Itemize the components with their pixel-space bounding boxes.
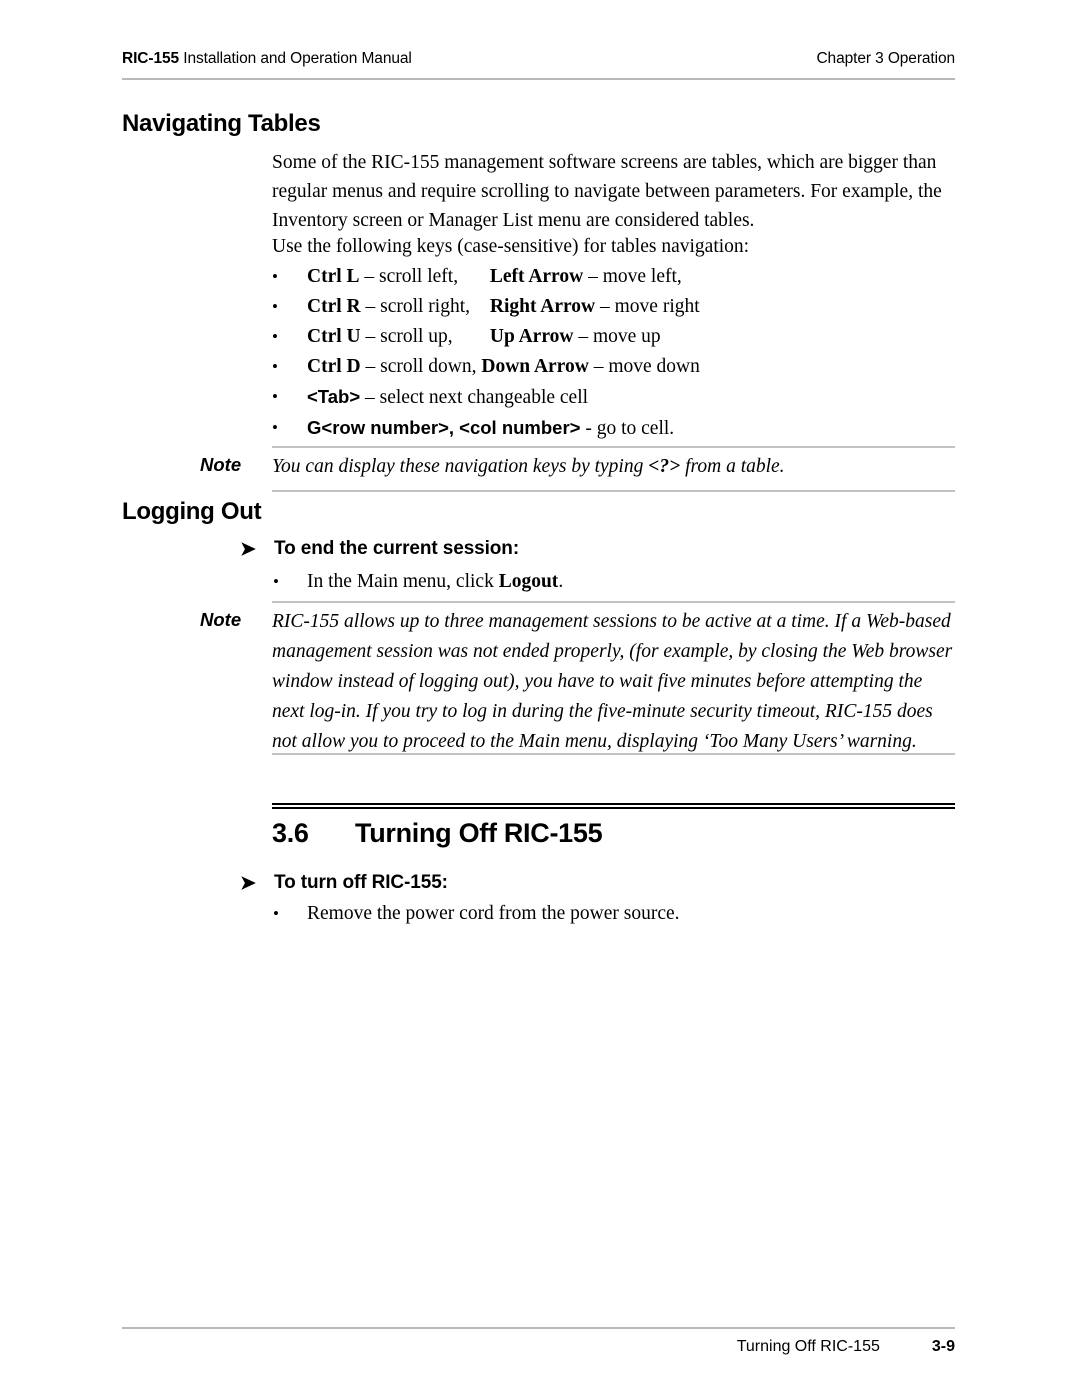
list-item: • Ctrl U – scroll up, Up Arrow – move up [272, 322, 962, 352]
key-description: – move up [573, 326, 661, 347]
note-top-divider [272, 446, 955, 448]
key-label: Right Arrow [489, 296, 596, 317]
note-top-divider [272, 601, 955, 603]
header-manual-title: Installation and Operation Manual [179, 50, 412, 67]
list-item: • <Tab> – select next changeable cell [272, 382, 962, 413]
key-combo-line: <Tab> – select next changeable cell [307, 382, 588, 413]
key-combo-left: Ctrl L – scroll left, [307, 262, 485, 292]
footer-page-number: 3-9 [931, 1338, 955, 1355]
footer-section-title: Turning Off RIC-155 [736, 1338, 880, 1355]
bullet-dot-icon: • [272, 327, 278, 346]
section-title: Turning Off RIC-155 [355, 818, 603, 848]
list-item: • Ctrl D – scroll down, Down Arrow – mov… [272, 352, 962, 382]
key-label: Up Arrow [489, 326, 574, 347]
note-text: RIC-155 allows up to three management se… [272, 611, 953, 752]
list-item-power-cord: • Remove the power cord from the power s… [273, 899, 680, 929]
key-description-secondary: – move down [588, 356, 700, 377]
bullet-dot-icon: • [272, 297, 278, 316]
key-description: – move left, [583, 266, 682, 287]
key-description: - go to cell. [580, 418, 675, 439]
procedure-heading-end-session: ➤ To end the current session: [240, 538, 520, 560]
bullet-dot-icon: • [273, 904, 279, 923]
note-label: Note [200, 609, 242, 630]
paragraph-use-keys: Use the following keys (case-sensitive) … [272, 236, 750, 257]
key-label: Left Arrow [489, 266, 584, 287]
key-description: – move right [595, 296, 700, 317]
logout-menu-label: Logout [498, 571, 559, 592]
key-combo-left: Ctrl U – scroll up, [307, 322, 485, 352]
heading-section-3-6: 3.6 Turning Off RIC-155 [272, 818, 603, 849]
key-description: – scroll left, [359, 266, 459, 287]
running-header: RIC-155 Installation and Operation Manua… [122, 50, 955, 68]
key-description: – scroll right, [360, 296, 471, 317]
key-label: Ctrl U [307, 326, 361, 347]
procedure-heading-text: To turn off RIC-155: [274, 872, 448, 893]
list-item-logout: • In the Main menu, click Logout. [273, 567, 564, 597]
key-description: – scroll down, [360, 356, 482, 377]
list-item: • G<row number>, <col number> - go to ce… [272, 413, 962, 444]
document-page: RIC-155 Installation and Operation Manua… [0, 0, 1080, 1397]
note-text-key: <?> [648, 456, 681, 477]
key-label: Ctrl D [307, 356, 361, 377]
key-description: – select next changeable cell [360, 387, 589, 408]
header-product-name: RIC-155 [122, 50, 180, 67]
note-bottom-divider [272, 490, 955, 492]
paragraph-tables-intro: Some of the RIC-155 management software … [272, 152, 942, 231]
key-combo-right: Right Arrow – move right [490, 292, 700, 322]
header-chapter-label: Chapter 3 Operation [816, 50, 955, 67]
note-label: Note [200, 454, 242, 475]
key-description: – scroll up, [360, 326, 453, 347]
section-rule-lower [272, 807, 955, 809]
page-footer: Turning Off RIC-155 3-9 [122, 1338, 955, 1356]
power-cord-text: Remove the power cord from the power sou… [307, 903, 680, 924]
navigation-keys-list: • Ctrl L – scroll left, Left Arrow – mov… [272, 262, 962, 444]
key-label: Ctrl R [307, 296, 361, 317]
key-combo-left: Ctrl R – scroll right, [307, 292, 485, 322]
logout-text-after: . [558, 571, 564, 592]
arrow-bullet-icon: ➤ [240, 873, 256, 894]
heading-logging-out: Logging Out [122, 498, 262, 525]
header-left-text: RIC-155 Installation and Operation Manua… [122, 50, 412, 68]
bullet-dot-icon: • [272, 357, 278, 376]
section-number: 3.6 [272, 818, 309, 848]
key-label: Ctrl L [307, 266, 360, 287]
list-item: • Ctrl R – scroll right, Right Arrow – m… [272, 292, 962, 322]
key-combo-right: Up Arrow – move up [490, 322, 661, 352]
list-item: • Ctrl L – scroll left, Left Arrow – mov… [272, 262, 962, 292]
note-text-before: You can display these navigation keys by… [272, 456, 649, 477]
logout-text-before: In the Main menu, click [307, 571, 499, 592]
section-divider-rule [272, 803, 955, 809]
key-combo-line: G<row number>, <col number> - go to cell… [307, 413, 674, 444]
note-text-after: from a table. [680, 456, 785, 477]
procedure-heading-text: To end the current session: [274, 538, 520, 559]
bullet-dot-icon: • [272, 267, 278, 286]
note-text: You can display these navigation keys by… [272, 452, 955, 482]
key-combo-right: Left Arrow – move left, [490, 262, 682, 292]
bullet-dot-icon: • [272, 387, 278, 406]
heading-navigating-tables: Navigating Tables [122, 110, 321, 137]
bullet-dot-icon: • [273, 572, 279, 591]
bullet-dot-icon: • [272, 418, 278, 437]
note-bottom-divider [272, 753, 955, 755]
key-label: <Tab> [307, 386, 361, 407]
key-combo-line: Ctrl D – scroll down, Down Arrow – move … [307, 352, 700, 382]
procedure-heading-turn-off: ➤ To turn off RIC-155: [240, 872, 448, 894]
header-divider [122, 78, 955, 80]
key-label: G<row number>, <col number> [307, 417, 581, 438]
arrow-bullet-icon: ➤ [240, 539, 256, 560]
footer-divider [122, 1327, 955, 1329]
key-label-secondary: Down Arrow [481, 356, 589, 377]
